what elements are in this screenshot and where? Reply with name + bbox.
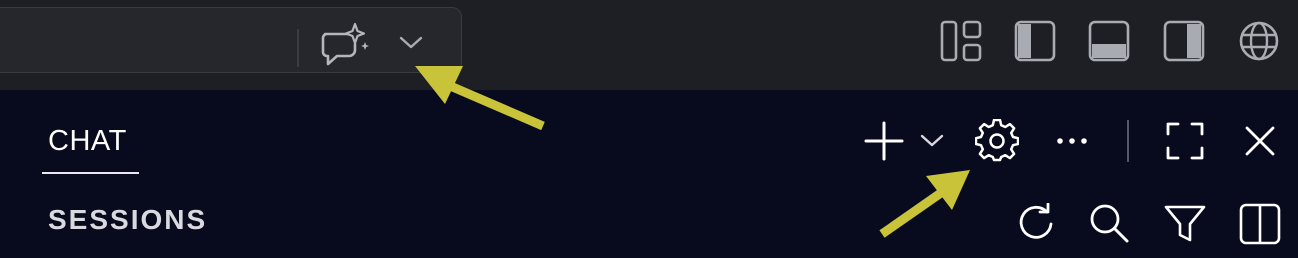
tab-chat[interactable]: CHAT [42,122,139,174]
command-center-divider [297,29,299,67]
toggle-primary-sidebar-icon[interactable] [1014,20,1056,62]
customize-layout-icon[interactable] [940,20,982,62]
toggle-panel-icon[interactable] [1088,20,1130,62]
new-chat-dropdown-icon[interactable] [920,134,944,148]
chevron-down-icon[interactable] [399,36,423,50]
chat-sparkle-icon[interactable] [319,22,369,70]
toolbar-divider [1127,120,1129,162]
refresh-icon[interactable] [1016,203,1056,243]
split-icon[interactable] [1239,203,1281,245]
toggle-secondary-sidebar-icon[interactable] [1163,20,1205,62]
more-icon[interactable] [1056,136,1088,146]
title-bar [0,0,1298,90]
window: CHAT SESSIONS [0,0,1298,258]
command-center[interactable] [0,7,462,73]
close-icon[interactable] [1244,125,1276,157]
tab-chat-label: CHAT [48,125,127,157]
filter-icon[interactable] [1164,204,1206,244]
maximize-icon[interactable] [1166,122,1204,160]
search-icon[interactable] [1088,202,1130,244]
globe-icon[interactable] [1238,20,1280,62]
sessions-label: SESSIONS [48,204,208,235]
plus-icon[interactable] [864,121,904,161]
gear-icon[interactable] [975,119,1019,163]
